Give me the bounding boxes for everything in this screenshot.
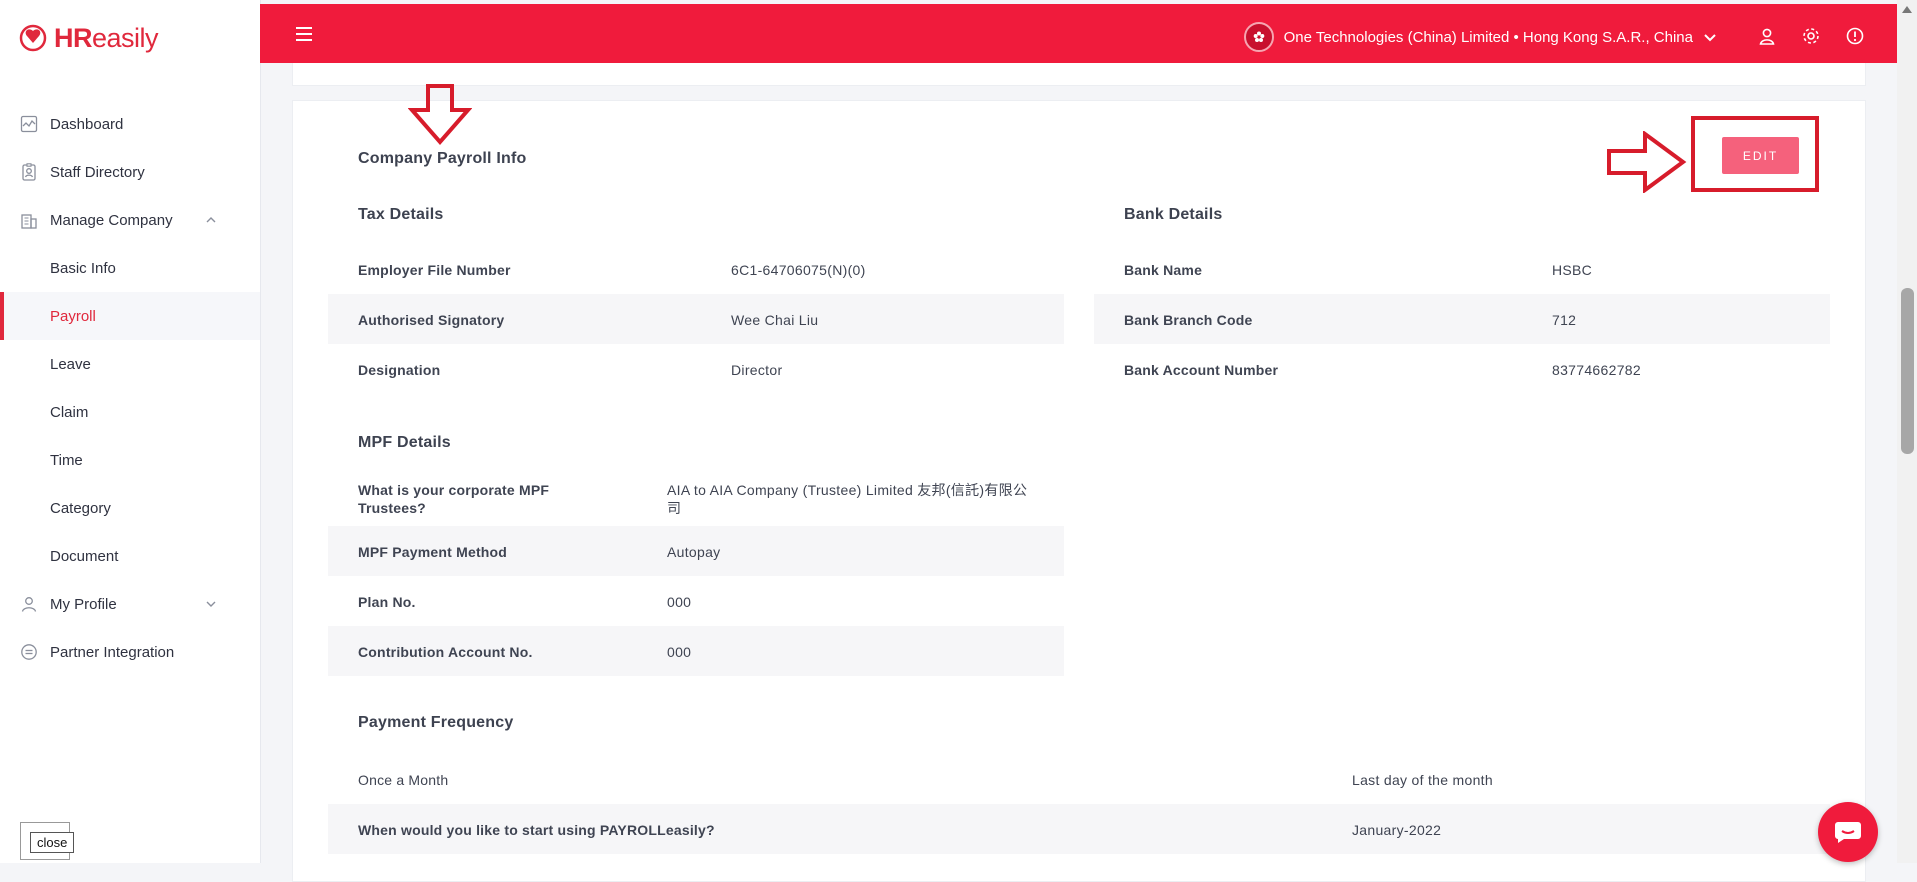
sidebar-item-document[interactable]: Document [0, 532, 260, 580]
row-value: Wee Chai Liu [731, 312, 819, 328]
row-value: Autopay [667, 544, 721, 560]
sidebar-item-basic-info[interactable]: Basic Info [0, 244, 260, 292]
user-icon [21, 597, 37, 612]
bank-details-title: Bank Details [1124, 206, 1223, 223]
sidebar-item-label: Category [50, 499, 111, 517]
table-row: MPF Payment Method Autopay [328, 526, 1064, 576]
tax-details-title: Tax Details [358, 206, 444, 223]
down-arrow-annotation-icon [408, 84, 472, 146]
sidebar-item-staff-directory[interactable]: Staff Directory [0, 148, 260, 196]
table-row: Once a Month Last day of the month [328, 754, 1830, 804]
payment-frequency-title: Payment Frequency [358, 714, 514, 731]
row-value: Director [731, 362, 783, 378]
table-row: Bank Branch Code 712 [1094, 294, 1830, 344]
row-label: Contribution Account No. [358, 644, 533, 660]
row-label: MPF Payment Method [358, 544, 508, 560]
sidebar-item-label: Leave [50, 355, 91, 373]
row-value: Last day of the month [1352, 772, 1493, 788]
table-row: Bank Account Number 83774662782 [1094, 344, 1830, 394]
sidebar-item-leave[interactable]: Leave [0, 340, 260, 388]
mpf-details-title: MPF Details [358, 434, 451, 451]
row-value: 000 [667, 644, 692, 660]
sidebar-item-claim[interactable]: Claim [0, 388, 260, 436]
row-value: January-2022 [1352, 822, 1442, 838]
hong-kong-flag-icon [1243, 22, 1274, 52]
chevron-down-icon [1704, 34, 1716, 42]
row-label: Designation [358, 362, 441, 378]
table-row: What is your corporate MPF Trustees? AIA… [328, 474, 1064, 526]
row-label: What is your corporate MPF Trustees? [358, 482, 550, 516]
table-row: When would you like to start using PAYRO… [328, 804, 1830, 854]
row-label: When would you like to start using PAYRO… [358, 822, 715, 838]
row-label: Bank Account Number [1124, 362, 1279, 378]
row-label: Employer File Number [358, 262, 511, 278]
row-value: HSBC [1552, 262, 1593, 278]
chevron-down-icon[interactable] [204, 597, 218, 611]
sidebar-item-partner-integration[interactable]: Partner Integration [0, 628, 260, 676]
hamburger-menu-icon[interactable] [294, 26, 314, 42]
sidebar-item-label: Dashboard [50, 115, 124, 133]
row-label: Once a Month [358, 772, 449, 788]
hreasily-logo[interactable]: HReasily [18, 20, 159, 56]
scrollbar-thumb[interactable] [1901, 288, 1914, 454]
chat-support-button[interactable] [1818, 802, 1878, 862]
sidebar-item-time[interactable]: Time [0, 436, 260, 484]
table-row: Designation Director [328, 344, 1064, 394]
sidebar-item-category[interactable]: Category [0, 484, 260, 532]
row-value: 000 [667, 594, 692, 610]
user-profile-icon[interactable] [1757, 26, 1777, 46]
annotation-highlight-box [1691, 116, 1819, 192]
close-button[interactable]: close [30, 832, 75, 853]
row-value: 712 [1552, 312, 1577, 328]
sidebar-item-label: Claim [50, 403, 89, 421]
row-label: Bank Branch Code [1124, 312, 1253, 328]
sidebar-item-label: Staff Directory [50, 163, 145, 181]
sidebar-item-payroll[interactable]: Payroll [0, 292, 260, 340]
sidebar-item-label: Basic Info [50, 259, 116, 277]
sidebar-item-manage-company[interactable]: Manage Company [0, 196, 260, 244]
integration-icon [21, 644, 37, 660]
company-name: One Technologies (China) Limited • Hong … [1283, 28, 1693, 46]
gear-icon[interactable] [1801, 26, 1821, 46]
sidebar-item-label: Partner Integration [50, 643, 175, 661]
sidebar-item-label: Time [50, 451, 83, 469]
dashboard-icon [20, 115, 38, 133]
previous-card [292, 63, 1866, 86]
sidebar-item-dashboard[interactable]: Dashboard [0, 100, 260, 148]
row-label: Plan No. [358, 594, 416, 610]
table-row: Plan No. 000 [328, 576, 1064, 626]
row-value: 6C1-64706075(N)(0) [731, 262, 866, 278]
sidebar-item-label: Document [50, 547, 119, 565]
sidebar-item-label: Manage Company [50, 211, 173, 229]
chat-bubble-icon [1835, 822, 1861, 843]
table-row: Contribution Account No. 000 [328, 626, 1064, 676]
building-icon [21, 214, 37, 229]
table-row: Authorised Signatory Wee Chai Liu [328, 294, 1064, 344]
row-label: Bank Name [1124, 262, 1203, 278]
company-selector[interactable]: One Technologies (China) Limited • Hong … [1243, 22, 1717, 52]
staff-directory-icon [22, 163, 36, 181]
top-navigation-bar: One Technologies (China) Limited • Hong … [260, 4, 1897, 63]
sidebar-nav: Dashboard Staff Directory Manage Company… [0, 100, 260, 676]
sidebar-item-my-profile[interactable]: My Profile [0, 580, 260, 628]
sidebar-item-label: Payroll [50, 307, 96, 325]
row-label: Authorised Signatory [358, 312, 505, 328]
row-value: 83774662782 [1552, 362, 1641, 378]
table-row: Bank Name HSBC [1094, 244, 1830, 294]
right-arrow-annotation-icon [1607, 131, 1687, 193]
row-value: AIA to AIA Company (Trustee) Limited 友邦(… [667, 482, 1028, 516]
logo-icon [19, 24, 47, 52]
chevron-up-icon[interactable] [204, 213, 218, 227]
help-icon[interactable] [1845, 26, 1865, 46]
table-row: Employer File Number 6C1-64706075(N)(0) [328, 244, 1064, 294]
logo-text: HReasily [54, 22, 159, 53]
sidebar: HReasily Dashboard Staff Directory Manag… [0, 0, 261, 863]
scroll-up-arrow-icon[interactable] [1902, 6, 1912, 13]
sidebar-item-label: My Profile [50, 595, 117, 613]
page-scrollbar[interactable] [1897, 0, 1917, 863]
page-title: Company Payroll Info [358, 150, 527, 167]
